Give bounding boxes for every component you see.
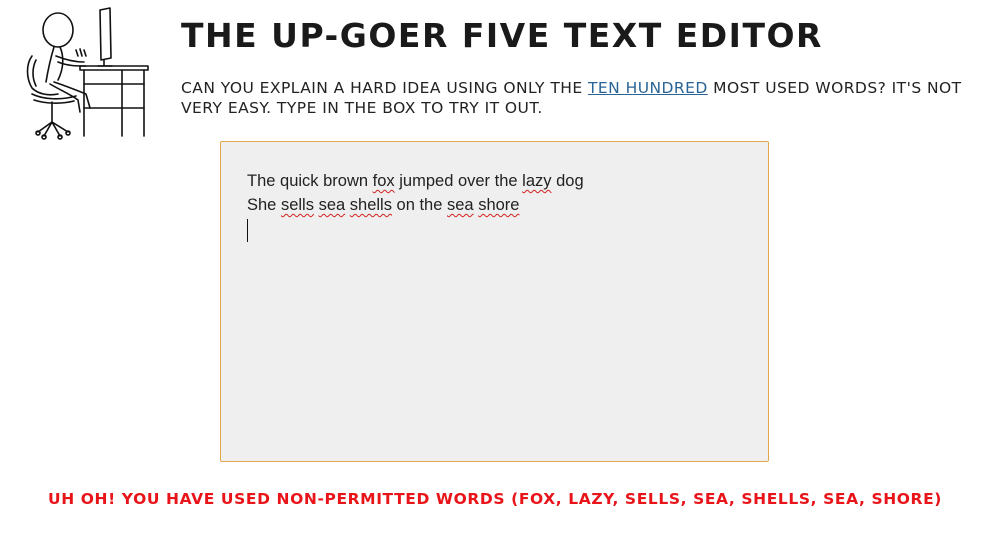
editor-text: dog <box>551 172 584 190</box>
editor-line: The quick brown fox jumped over the lazy… <box>247 169 742 193</box>
flagged-word: shells <box>349 196 392 214</box>
flagged-word: sells <box>280 196 314 214</box>
text-cursor <box>247 219 248 242</box>
flagged-word: sea <box>318 196 346 214</box>
ten-hundred-link[interactable]: TEN HUNDRED <box>588 79 708 97</box>
editor-text: jumped over the <box>394 172 523 190</box>
text-editor-box[interactable]: The quick brown fox jumped over the lazy… <box>220 141 769 462</box>
editor-text: on the <box>391 196 447 214</box>
editor-line: She sells sea shells on the sea shore <box>247 193 742 217</box>
editor-text: The quick brown <box>247 172 373 190</box>
flagged-word: lazy <box>522 172 552 190</box>
page-title: THE UP-GOER FIVE TEXT EDITOR <box>181 16 823 55</box>
stick-figure-at-computer-icon <box>26 7 149 140</box>
page: THE UP-GOER FIVE TEXT EDITOR CAN YOU EXP… <box>0 0 996 536</box>
intro-text: CAN YOU EXPLAIN A HARD IDEA USING ONLY T… <box>181 78 976 118</box>
non-permitted-words-warning: UH OH! YOU HAVE USED NON-PERMITTED WORDS… <box>48 490 942 508</box>
intro-text-start: CAN YOU EXPLAIN A HARD IDEA USING ONLY T… <box>181 79 588 97</box>
editor-text: She <box>247 196 281 214</box>
editor-line <box>247 217 742 242</box>
flagged-word: shore <box>478 196 520 214</box>
flagged-word: sea <box>447 196 474 214</box>
flagged-word: fox <box>372 172 395 190</box>
